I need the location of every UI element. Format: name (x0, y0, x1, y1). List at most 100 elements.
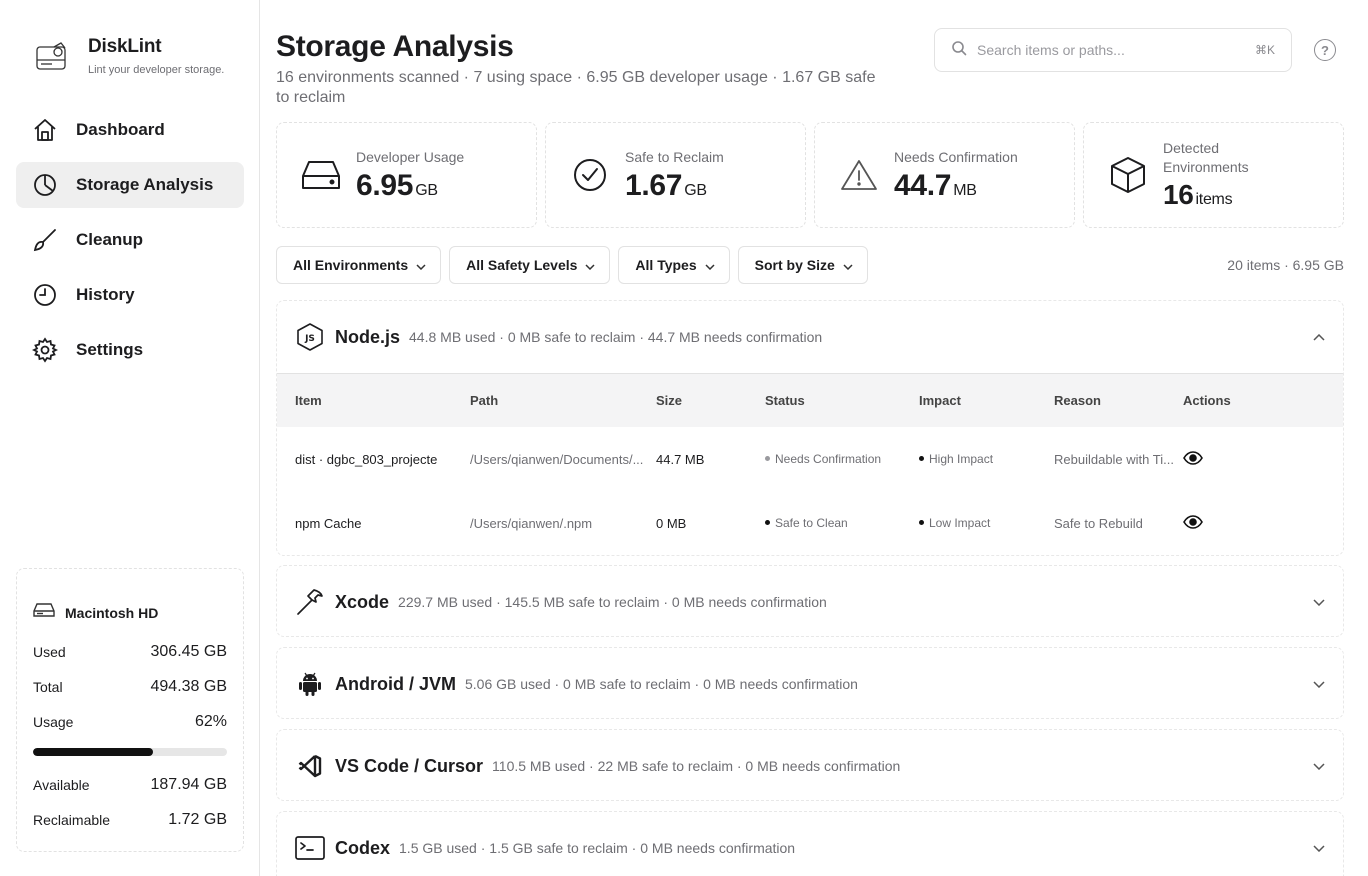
eye-icon[interactable] (1183, 450, 1263, 468)
stat-label: Needs Confirmation (894, 148, 1018, 165)
row-reason: Safe to Rebuild (1054, 515, 1143, 531)
environment-meta: 5.06 GB used · 0 MB safe to reclaim · 0 … (465, 676, 858, 692)
chevron-down-icon (705, 257, 715, 273)
safety-filter-dropdown[interactable]: All Safety Levels (449, 246, 611, 284)
row-path: /Users/qianwen/.npm (470, 515, 593, 531)
type-filter-dropdown[interactable]: All Types (618, 246, 730, 284)
gear-icon (32, 337, 58, 363)
svg-text:JS: JS (304, 334, 315, 344)
stat-unit: GB (415, 181, 438, 199)
environment-name: VS Code / Cursor (335, 755, 484, 776)
app-tagline: Lint your developer storage. (88, 64, 225, 76)
column-header-item[interactable]: Item (277, 393, 470, 408)
row-impact: High Impact (919, 452, 1054, 466)
drive-icon (301, 155, 341, 195)
environment-header[interactable]: JS Node.js 44.8 MB used · 0 MB safe to r… (277, 301, 1343, 373)
column-header-status[interactable]: Status (765, 393, 919, 408)
check-circle-icon (570, 155, 610, 195)
column-header-size[interactable]: Size (656, 393, 765, 408)
stats-row: Developer Usage 6.95 GB Safe to Reclaim 1… (276, 122, 1344, 228)
main-content: Storage Analysis 16 environments scanned… (276, 0, 1344, 876)
filter-label: All Safety Levels (466, 257, 578, 273)
sort-dropdown[interactable]: Sort by Size (737, 246, 868, 284)
brush-icon (32, 227, 58, 253)
chevron-down-icon[interactable] (1313, 757, 1325, 775)
chevron-down-icon[interactable] (1313, 839, 1325, 857)
nodejs-icon: JS (295, 322, 325, 352)
environment-meta: 1.5 GB used · 1.5 GB safe to reclaim · 0… (399, 840, 796, 856)
row-impact-text: Low Impact (929, 516, 991, 530)
column-header-reason[interactable]: Reason (1054, 393, 1183, 408)
column-header-path[interactable]: Path (470, 393, 656, 408)
chevron-down-icon[interactable] (1313, 593, 1325, 611)
sidebar-item-settings[interactable]: Settings (16, 327, 244, 373)
sidebar-item-cleanup[interactable]: Cleanup (16, 217, 244, 263)
sidebar-item-label: History (76, 285, 135, 304)
environment-section-xcode: Xcode 229.7 MB used · 145.5 MB safe to r… (276, 565, 1344, 637)
column-header-impact[interactable]: Impact (919, 393, 1054, 408)
disk-available-value: 187.94 GB (150, 775, 228, 793)
filter-label: All Environments (293, 257, 409, 273)
stat-value: 1.67 (625, 168, 683, 202)
terminal-icon (295, 833, 325, 863)
disk-name: Macintosh HD (65, 604, 159, 621)
environment-header[interactable]: Codex 1.5 GB used · 1.5 GB safe to recla… (277, 812, 1343, 876)
sidebar-item-label: Storage Analysis (76, 175, 214, 194)
filter-label: All Types (635, 257, 697, 273)
disk-usage-row: Usage 62% (33, 704, 227, 739)
stat-unit: MB (953, 181, 977, 199)
help-button[interactable]: ? (1314, 39, 1336, 61)
sidebar-item-history[interactable]: History (16, 272, 244, 318)
table-header: Item Path Size Status Impact Reason Acti… (277, 373, 1343, 427)
sidebar-item-label: Cleanup (76, 230, 144, 249)
disk-usage-value: 62% (194, 712, 227, 730)
disk-used-row: Used 306.45 GB (33, 634, 227, 669)
row-impact: Low Impact (919, 516, 1054, 530)
stat-value: 16 (1163, 179, 1194, 210)
row-size: 0 MB (656, 515, 687, 531)
brand: DiskLint Lint your developer storage. (34, 36, 224, 76)
chevron-down-icon[interactable] (1313, 675, 1325, 693)
search-placeholder: Search items or paths... (977, 42, 1125, 58)
pie-chart-icon (32, 172, 58, 198)
environment-header[interactable]: Xcode 229.7 MB used · 145.5 MB safe to r… (277, 566, 1343, 638)
filter-label: Sort by Size (754, 257, 835, 273)
disk-total-row: Total 494.38 GB (33, 669, 227, 704)
disk-available-row: Available 187.94 GB (33, 767, 227, 802)
sidebar: DiskLint Lint your developer storage. Da… (0, 0, 260, 876)
environment-section-vscode-cursor: VS Code / Cursor 110.5 MB used · 22 MB s… (276, 729, 1344, 801)
status-dot (765, 456, 770, 462)
disk-total-value: 494.38 GB (150, 677, 228, 695)
environment-header[interactable]: Android / JVM 5.06 GB used · 0 MB safe t… (277, 648, 1343, 720)
disk-summary-card: Macintosh HD Used 306.45 GB Total 494.38… (16, 568, 244, 852)
eye-icon[interactable] (1183, 514, 1263, 532)
sidebar-item-dashboard[interactable]: Dashboard (16, 107, 244, 153)
table-row[interactable]: dist · dgbc_803_projecte /Users/qianwen/… (277, 427, 1343, 491)
stat-card-developer-usage: Developer Usage 6.95 GB (276, 122, 537, 228)
home-icon (32, 117, 58, 143)
environment-filter-dropdown[interactable]: All Environments (276, 246, 442, 284)
sidebar-item-storage-analysis[interactable]: Storage Analysis (16, 162, 244, 208)
table-row[interactable]: npm Cache /Users/qianwen/.npm 0 MB Safe … (277, 491, 1343, 555)
chevron-up-icon[interactable] (1313, 328, 1325, 346)
row-item: npm Cache (295, 515, 362, 531)
clock-icon (32, 282, 58, 308)
row-item: dist · dgbc_803_projecte (295, 451, 438, 467)
search-shortcut: ⌘K (1254, 43, 1275, 57)
disk-reclaimable-row: Reclaimable 1.72 GB (33, 802, 227, 837)
environment-section-android-jvm: Android / JVM 5.06 GB used · 0 MB safe t… (276, 647, 1344, 719)
environment-header[interactable]: VS Code / Cursor 110.5 MB used · 22 MB s… (277, 730, 1343, 802)
page-subtitle: 16 environments scanned · 7 using space … (276, 69, 876, 106)
row-size: 44.7 MB (656, 451, 705, 467)
hammer-icon (295, 587, 325, 617)
column-header-actions: Actions (1183, 393, 1231, 408)
hard-drive-icon (33, 602, 55, 623)
disk-used-value: 306.45 GB (150, 642, 228, 660)
row-status: Safe to Clean (765, 516, 919, 530)
cube-icon (1108, 155, 1148, 195)
search-input[interactable]: Search items or paths... ⌘K (934, 28, 1292, 72)
row-impact-text: High Impact (929, 452, 994, 466)
stat-label: Safe to Reclaim (625, 148, 724, 165)
stat-value: 44.7 (894, 168, 952, 202)
stat-card-needs-confirmation: Needs Confirmation 44.7 MB (814, 122, 1075, 228)
